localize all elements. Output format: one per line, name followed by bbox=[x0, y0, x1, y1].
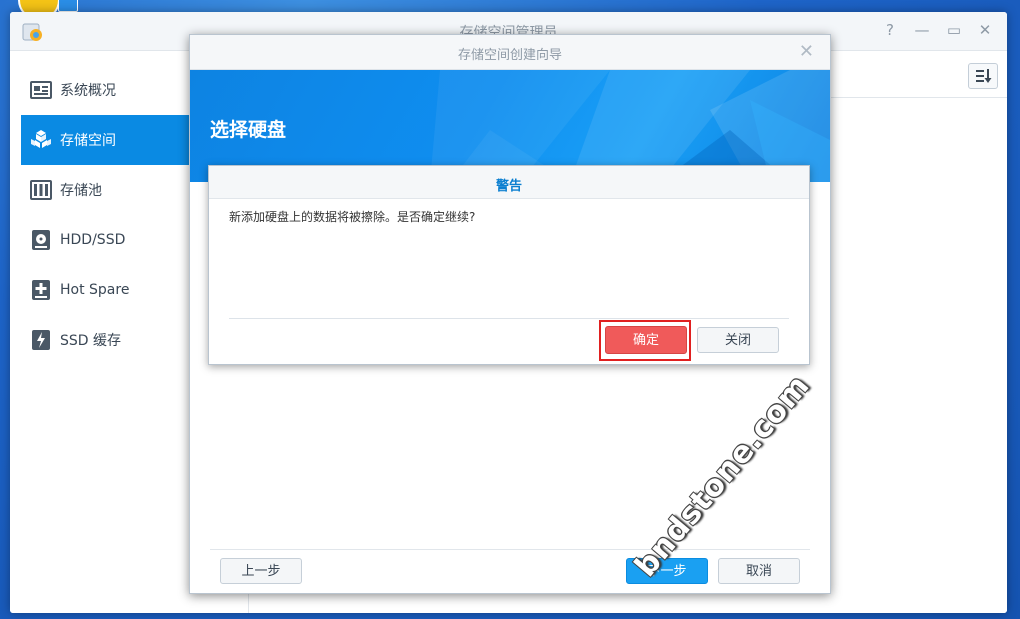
close-icon[interactable]: ✕ bbox=[799, 41, 814, 62]
previous-step-button[interactable]: 上一步 bbox=[220, 558, 302, 584]
wizard-title: 存储空间创建向导 bbox=[457, 48, 562, 63]
help-icon[interactable]: ? bbox=[881, 21, 899, 39]
close-button[interactable]: 关闭 bbox=[697, 327, 779, 353]
confirm-button[interactable]: 确定 bbox=[605, 326, 687, 354]
sort-icon bbox=[976, 69, 992, 83]
sidebar-item-label: 存储空间 bbox=[60, 133, 116, 149]
sidebar-item-overview[interactable]: 系统概况 bbox=[21, 65, 189, 115]
warning-divider bbox=[229, 318, 789, 319]
sidebar-item-ssd-cache[interactable]: SSD 缓存 bbox=[21, 315, 189, 365]
sort-button[interactable] bbox=[968, 63, 998, 89]
minimize-icon[interactable]: — bbox=[913, 21, 931, 39]
warning-message: 新添加硬盘上的数据将被擦除。是否确定继续? bbox=[229, 210, 476, 224]
storage-space-icon bbox=[31, 130, 51, 148]
close-icon[interactable]: ✕ bbox=[976, 21, 994, 39]
sidebar-item-hdd-ssd[interactable]: HDD/SSD bbox=[21, 215, 189, 265]
cancel-button[interactable]: 取消 bbox=[718, 558, 800, 584]
sidebar-item-storage-pool[interactable]: 存储池 bbox=[21, 165, 189, 215]
hdd-icon bbox=[32, 230, 50, 250]
sidebar-item-label: HDD/SSD bbox=[60, 232, 126, 248]
sidebar-item-label: Hot Spare bbox=[60, 282, 130, 298]
wizard-footer-divider bbox=[210, 549, 810, 550]
sidebar-item-label: 系统概况 bbox=[60, 83, 116, 99]
sidebar-item-label: 存储池 bbox=[60, 183, 102, 199]
warning-dialog: 警告 新添加硬盘上的数据将被擦除。是否确定继续? 确定 关闭 bbox=[208, 165, 810, 365]
sidebar-item-storage-space[interactable]: 存储空间 bbox=[21, 115, 189, 165]
storage-pool-icon bbox=[30, 180, 52, 200]
sidebar-item-label: SSD 缓存 bbox=[60, 333, 122, 349]
overview-icon bbox=[30, 81, 52, 99]
sidebar-item-hot-spare[interactable]: Hot Spare bbox=[21, 265, 189, 315]
hot-spare-icon bbox=[32, 280, 50, 300]
maximize-icon[interactable]: ▭ bbox=[945, 21, 963, 39]
warning-header: 警告 bbox=[209, 166, 809, 199]
warning-title: 警告 bbox=[495, 179, 522, 194]
ssd-cache-icon bbox=[32, 330, 50, 350]
wizard-step-title: 选择硬盘 bbox=[210, 119, 287, 141]
wizard-titlebar: 存储空间创建向导 ✕ bbox=[190, 35, 830, 70]
